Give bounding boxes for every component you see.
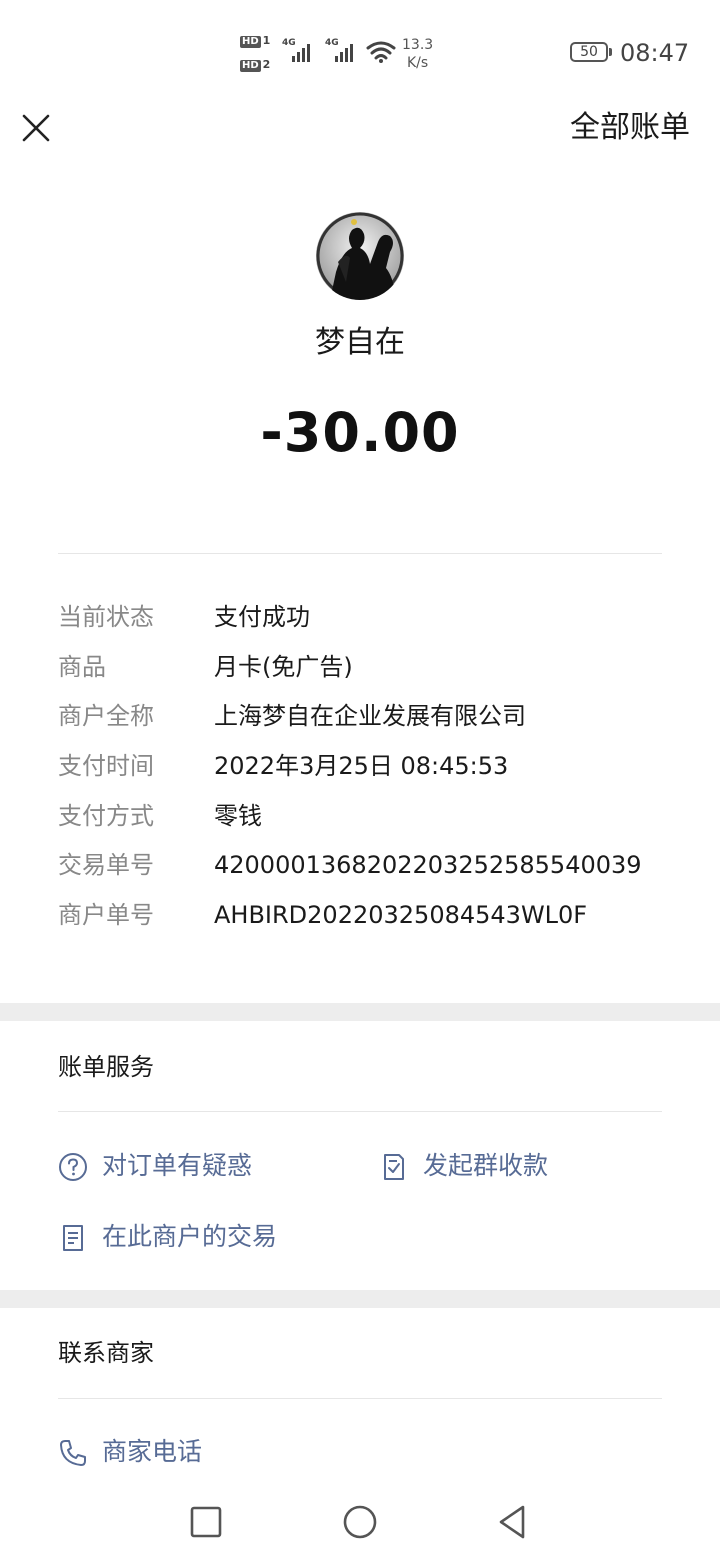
detail-label: 当前状态 [58, 603, 154, 631]
detail-row-transaction-id: 交易单号 4200001368202203252585540039 [58, 845, 678, 885]
signal-icon: 4G [325, 38, 353, 64]
detail-value: 支付成功 [214, 603, 310, 631]
order-question-link[interactable]: 对订单有疑惑 [58, 1146, 318, 1186]
section-separator [0, 1003, 720, 1021]
divider [58, 1111, 662, 1112]
status-bar: HD 1 HD 2 4G 4G 13.3 K/s 50 08:47 [0, 0, 720, 100]
detail-value: 2022年3月25日 08:45:53 [214, 752, 509, 780]
signal-icon: 4G [282, 38, 310, 64]
hd-tag-2: HD [240, 60, 261, 72]
phone-icon [60, 1440, 86, 1466]
system-nav-bar [0, 1490, 720, 1560]
wifi-icon [366, 41, 396, 63]
bill-service-title: 账单服务 [58, 1053, 154, 1081]
detail-row-merchant-fullname: 商户全称 上海梦自在企业发展有限公司 [58, 696, 678, 736]
detail-row-status: 当前状态 支付成功 [58, 597, 678, 637]
merchant-phone-label: 商家电话 [102, 1437, 203, 1466]
hd-slot-2: 2 [262, 58, 271, 71]
merchant-phone-link[interactable]: 商家电话 [58, 1432, 278, 1472]
contact-merchant-title: 联系商家 [58, 1339, 154, 1367]
hd-indicator-1: HD 1 [240, 34, 270, 48]
clock: 08:47 [620, 39, 690, 67]
detail-value: 零钱 [214, 802, 262, 830]
divider [58, 553, 662, 554]
document-icon [63, 1225, 83, 1251]
detail-value: 上海梦自在企业发展有限公司 [214, 702, 526, 730]
detail-label: 交易单号 [58, 851, 154, 879]
network-speed: 13.3 K/s [402, 36, 433, 72]
hd-tag-1: HD [240, 36, 261, 48]
detail-row-pay-method: 支付方式 零钱 [58, 796, 678, 836]
detail-label: 商品 [58, 653, 106, 681]
order-question-label: 对订单有疑惑 [102, 1151, 253, 1180]
divider [58, 1398, 662, 1399]
group-collect-icon [384, 1154, 404, 1180]
merchant-name: 梦自在 [315, 325, 405, 360]
group-collect-label: 发起群收款 [423, 1151, 549, 1180]
speed-unit: K/s [406, 55, 429, 71]
question-circle-icon [59, 1153, 87, 1181]
all-bills-button[interactable]: 全部账单 [570, 110, 690, 146]
section-separator [0, 1290, 720, 1308]
detail-label: 支付时间 [58, 752, 154, 780]
detail-label: 商户单号 [58, 901, 154, 929]
speed-value: 13.3 [402, 37, 434, 53]
battery-icon: 50 [570, 42, 612, 62]
detail-value: 4200001368202203252585540039 [214, 851, 642, 879]
battery-level: 50 [580, 44, 598, 60]
group-collect-link[interactable]: 发起群收款 [379, 1146, 599, 1186]
nav-bar: 全部账单 [0, 100, 720, 170]
detail-row-product: 商品 月卡(免广告) [58, 647, 678, 687]
hd-indicator-2: HD 2 [240, 58, 270, 72]
payment-amount: -30.00 [260, 401, 460, 464]
detail-row-merchant-order-id: 商户单号 AHBIRD20220325084543WL0F [58, 895, 678, 935]
close-icon[interactable] [18, 110, 54, 146]
detail-value: 月卡(免广告) [214, 653, 353, 681]
detail-label: 商户全称 [58, 702, 154, 730]
detail-row-pay-time: 支付时间 2022年3月25日 08:45:53 [58, 746, 678, 786]
merchant-transactions-link[interactable]: 在此商户的交易 [58, 1217, 318, 1257]
hd-slot-1: 1 [262, 34, 271, 47]
merchant-avatar [316, 212, 404, 300]
back-icon[interactable] [493, 1502, 533, 1542]
merchant-transactions-label: 在此商户的交易 [102, 1222, 278, 1251]
recent-apps-icon[interactable] [186, 1502, 226, 1542]
detail-value: AHBIRD20220325084543WL0F [214, 901, 588, 929]
detail-label: 支付方式 [58, 802, 154, 830]
home-icon[interactable] [340, 1502, 380, 1542]
